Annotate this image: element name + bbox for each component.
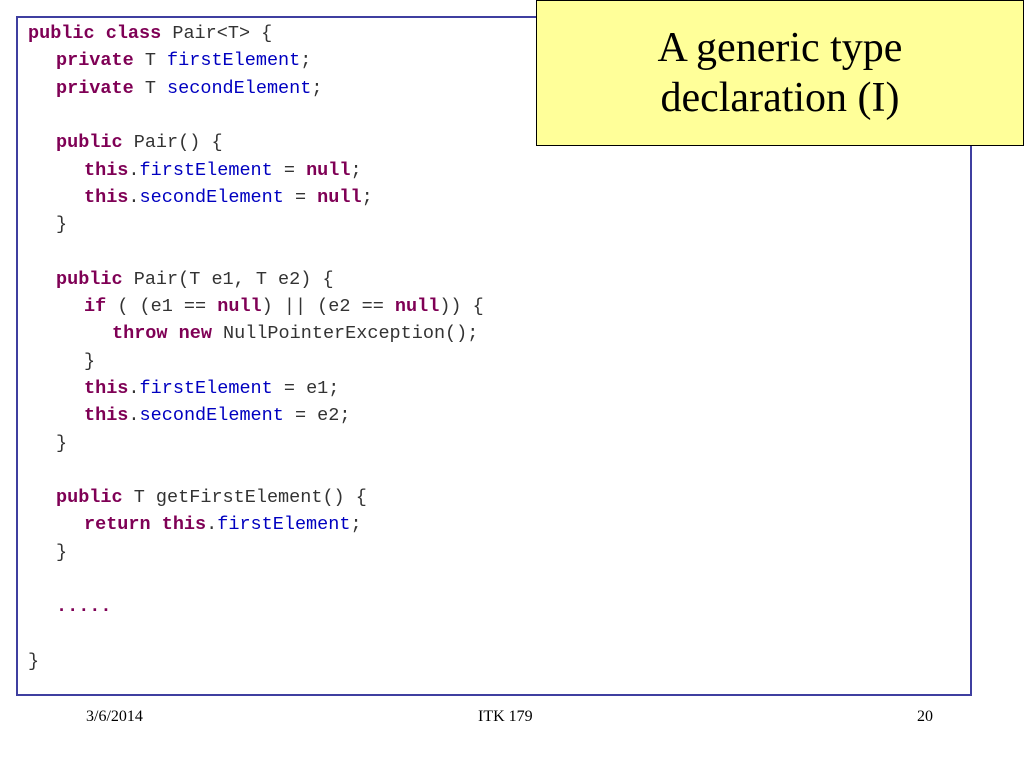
code-text: ) || (e2 == [261,296,395,317]
code-line: } [84,350,96,372]
slide-title: A generic type declaration (I) [657,25,903,121]
code-text: )) { [439,296,484,317]
footer-date: 3/6/2014 [86,708,143,725]
code-text: . [128,377,140,399]
code-text: T getFirstElement() { [122,487,367,509]
code-keyword: private [56,77,134,99]
code-text: = e1; [272,377,340,399]
code-text: ; [350,159,362,181]
code-text: T [133,77,168,99]
slide-number: 20 [917,708,933,725]
code-text: } [56,432,68,454]
code-line: return this.firstElement; [84,515,362,535]
title-box: A generic type declaration (I) [536,0,1024,146]
code-keyword: null [394,296,440,317]
code-field: secondElement [139,186,284,208]
code-text: . [206,514,218,536]
code-text: } [84,350,96,372]
code-keyword: this [84,405,129,427]
code-keyword: public [56,487,123,509]
code-line: } [56,541,68,563]
code-text: ; [311,77,323,99]
code-line: this.secondElement = e2; [84,406,350,426]
code-line: this.secondElement = null; [84,186,373,208]
code-line: } [56,432,68,454]
code-keyword: this [84,159,129,181]
code-text: ; [350,514,362,536]
code-keyword: this [84,377,129,399]
code-keyword: public [56,132,123,154]
code-keyword: return this [84,514,207,536]
code-field: firstElement [217,514,351,536]
code-line: public Pair(T e1, T e2) { [56,268,334,290]
code-line: this.firstElement = null; [84,159,362,181]
code-line: throw new NullPointerException(); [112,324,478,344]
code-keyword: null [306,159,351,181]
code-line: public T getFirstElement() { [56,488,367,508]
code-keyword: public [56,268,123,290]
footer-center-text: ITK 179 [478,708,533,725]
code-text: . [128,186,140,208]
code-keyword: null [217,296,262,317]
code-text: = e2; [283,405,351,427]
code-field: firstElement [139,377,273,399]
code-line: public class Pair<T> { [28,24,272,44]
code-text: ; [300,50,312,72]
code-text: } [28,650,40,672]
code-text: T [133,50,168,72]
code-keyword: this [84,186,129,208]
code-text: ( (e1 == [106,296,218,317]
code-keyword: throw new [112,323,212,345]
code-line: private T secondElement; [56,77,323,99]
code-keyword: public class [28,23,162,44]
code-text: . [128,159,140,181]
code-text: = [283,186,318,208]
code-line: this.firstElement = e1; [84,377,340,399]
code-line: if ( (e1 == null) || (e2 == null)) { [84,297,484,317]
code-field: firstElement [139,159,273,181]
code-field: secondElement [139,405,284,427]
code-line: ..... [56,597,112,617]
code-field: firstElement [167,50,301,72]
code-text: = [272,159,307,181]
slide: public class Pair<T> { private T firstEle… [0,0,1024,768]
code-line: } [56,215,67,235]
code-text: } [56,214,68,236]
code-text: Pair(T e1, T e2) { [122,268,334,290]
code-text: . [128,405,140,427]
code-keyword: if [84,296,107,317]
code-text: Pair() { [122,132,223,154]
code-keyword: private [56,50,134,72]
code-keyword: ..... [56,596,112,618]
code-keyword: null [317,186,362,208]
code-text: NullPointerException(); [211,323,479,345]
code-line: public Pair() { [56,133,223,153]
code-field: secondElement [167,77,312,99]
code-line: private T firstElement; [56,51,311,71]
code-line: } [28,650,40,672]
code-text: Pair<T> { [161,23,273,44]
code-text: ; [361,186,373,208]
code-text: } [56,541,68,563]
